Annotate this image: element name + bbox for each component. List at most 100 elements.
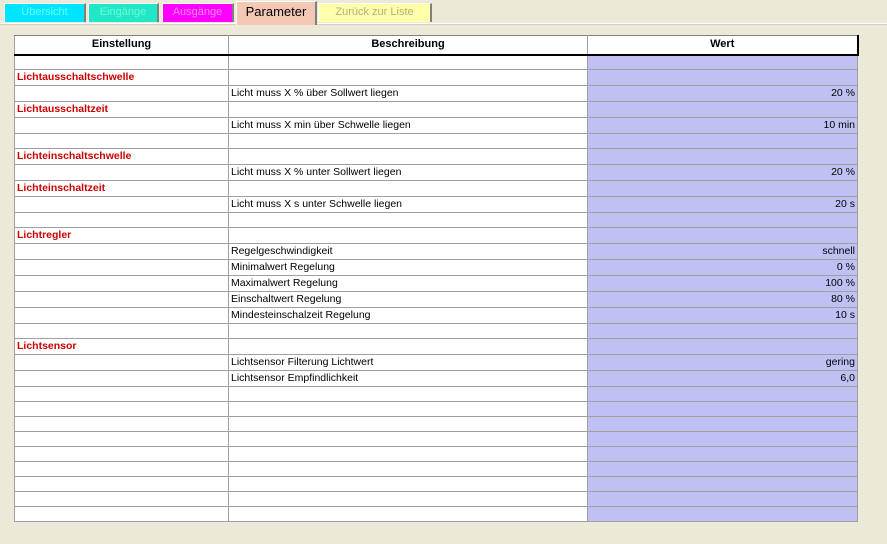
setting-cell [14,476,229,492]
tab-eingaenge[interactable]: Eingänge [88,3,159,22]
header-beschreibung[interactable]: Beschreibung [228,35,588,56]
value-cell[interactable] [587,431,858,447]
setting-cell [14,243,229,260]
value-cell[interactable] [587,338,858,355]
value-cell[interactable] [587,506,858,522]
group-label: Lichtregler [14,227,229,244]
description-cell [228,416,588,432]
value-cell[interactable] [587,401,858,417]
table-row[interactable] [14,491,858,507]
value-cell[interactable]: 20 % [587,164,858,181]
table-row[interactable]: Lichtsensor [14,338,858,355]
description-cell [228,133,588,149]
value-cell[interactable]: 6,0 [587,370,858,387]
tab-zurueck-zur-liste[interactable]: Zurück zur Liste [318,3,432,22]
table-row[interactable]: Lichtsensor Empfindlichkeit 6,0 [14,370,858,387]
table-row[interactable]: Lichteinschaltzeit [14,180,858,197]
setting-cell [14,117,229,134]
value-cell[interactable] [587,148,858,165]
description-cell [228,180,588,197]
setting-cell [14,323,229,339]
value-cell[interactable] [587,101,858,118]
table-row[interactable]: Lichteinschaltschwelle [14,148,858,165]
table-row[interactable]: Lichtsensor Filterung Lichtwert gering [14,354,858,371]
value-cell[interactable] [587,416,858,432]
description-cell [228,148,588,165]
group-label: Lichtsensor [14,338,229,355]
value-cell[interactable] [587,133,858,149]
value-cell[interactable]: 80 % [587,291,858,308]
table-header-row: Einstellung Beschreibung Wert [14,35,859,56]
table-row[interactable]: Licht muss X % unter Sollwert liegen 20 % [14,164,858,181]
description-cell [228,506,588,522]
table-row[interactable]: Licht muss X min über Schwelle liegen 10 … [14,117,858,134]
setting-cell [14,491,229,507]
setting-cell [14,54,229,70]
value-cell[interactable] [587,461,858,477]
table-row[interactable]: Lichtausschaltzeit [14,101,858,118]
value-cell[interactable]: 100 % [587,275,858,292]
value-cell[interactable]: 20 % [587,85,858,102]
parameter-table: Einstellung Beschreibung Wert Lichtaussc… [14,35,859,522]
table-row[interactable]: Minimalwert Regelung 0 % [14,259,858,276]
description-cell: Regelgeschwindigkeit [228,243,588,260]
group-label: Lichtausschaltschwelle [14,69,229,86]
header-wert[interactable]: Wert [587,35,859,56]
value-cell[interactable] [587,446,858,462]
table-row[interactable]: Lichtregler [14,227,858,244]
value-cell[interactable] [587,476,858,492]
table-row[interactable] [14,416,858,432]
description-cell: Minimalwert Regelung [228,259,588,276]
table-row[interactable]: Lichtausschaltschwelle [14,69,858,86]
description-cell [228,461,588,477]
value-cell[interactable] [587,54,858,70]
description-cell: Licht muss X min über Schwelle liegen [228,117,588,134]
value-cell[interactable] [587,386,858,402]
table-row[interactable]: Maximalwert Regelung 100 % [14,275,858,292]
table-row[interactable] [14,54,858,70]
table-row[interactable]: Licht muss X % über Sollwert liegen 20 % [14,85,858,102]
table-row[interactable]: Licht muss X s unter Schwelle liegen 20 s [14,196,858,213]
table-row[interactable] [14,446,858,462]
value-cell[interactable]: 10 min [587,117,858,134]
description-cell [228,338,588,355]
description-cell: Lichtsensor Empfindlichkeit [228,370,588,387]
description-cell [228,227,588,244]
setting-cell [14,506,229,522]
table-row[interactable] [14,212,858,228]
table-row[interactable]: Mindesteinschalzeit Regelung 10 s [14,307,858,324]
value-cell[interactable] [587,180,858,197]
value-cell[interactable] [587,323,858,339]
value-cell[interactable] [587,212,858,228]
value-cell[interactable] [587,227,858,244]
table-row[interactable] [14,476,858,492]
description-cell [228,401,588,417]
value-cell[interactable]: gering [587,354,858,371]
description-cell: Einschaltwert Regelung [228,291,588,308]
value-cell[interactable]: schnell [587,243,858,260]
description-cell: Mindesteinschalzeit Regelung [228,307,588,324]
table-row[interactable] [14,133,858,149]
value-cell[interactable]: 20 s [587,196,858,213]
table-row[interactable] [14,506,858,522]
table-row[interactable] [14,401,858,417]
table-row[interactable] [14,431,858,447]
header-einstellung[interactable]: Einstellung [14,35,229,56]
tab-uebersicht[interactable]: Übersicht [4,3,86,22]
value-cell[interactable] [587,69,858,86]
tab-parameter[interactable]: Parameter [236,1,317,25]
table-row[interactable] [14,461,858,477]
value-cell[interactable] [587,491,858,507]
value-cell[interactable]: 0 % [587,259,858,276]
table-row[interactable]: Regelgeschwindigkeit schnell [14,243,858,260]
description-cell: Licht muss X % über Sollwert liegen [228,85,588,102]
tab-ausgaenge[interactable]: Ausgänge [162,3,234,22]
setting-cell [14,386,229,402]
setting-cell [14,446,229,462]
tab-divider-shadow [0,24,887,25]
table-row[interactable]: Einschaltwert Regelung 80 % [14,291,858,308]
setting-cell [14,259,229,276]
value-cell[interactable]: 10 s [587,307,858,324]
table-row[interactable] [14,386,858,402]
table-row[interactable] [14,323,858,339]
